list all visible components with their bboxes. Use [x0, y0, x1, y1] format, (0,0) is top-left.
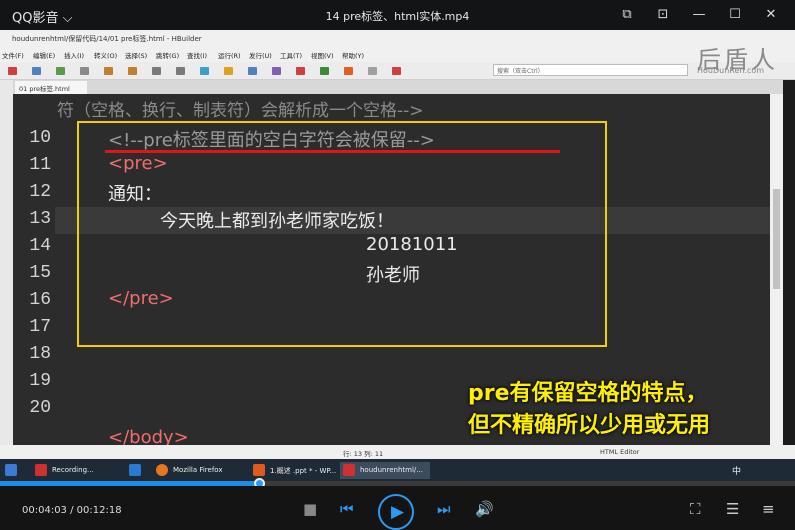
- play-button[interactable]: ▶: [378, 494, 414, 530]
- line-number: 17: [29, 317, 51, 337]
- close-button[interactable]: ✕: [760, 4, 782, 26]
- menu-find[interactable]: 查找(I): [187, 50, 207, 60]
- hbuilder-titlebar: houdunrenhtml/保留代码/14/01 pre标签.html - HB…: [0, 30, 795, 46]
- format-icon[interactable]: [320, 67, 329, 75]
- ie-icon: [129, 464, 141, 476]
- undo-icon[interactable]: [104, 67, 113, 75]
- line-number: 12: [29, 182, 51, 202]
- project-panel-collapsed[interactable]: [0, 80, 13, 445]
- search-input[interactable]: 搜索（双击Ctrl）: [493, 64, 688, 76]
- firefox-icon: [156, 464, 168, 476]
- editor-scrollbar[interactable]: [770, 94, 783, 445]
- new-icon[interactable]: [8, 67, 17, 75]
- hbuilder-menubar: 文件(F) 编辑(E) 插入(I) 转义(O) 选择(S) 跳转(G) 查找(I…: [0, 46, 795, 62]
- taskbar-item-ie[interactable]: [126, 462, 148, 479]
- windows-taskbar: Recording... Mozilla Firefox 1.概述 .ppt *…: [0, 459, 795, 481]
- editor-tabbar: 01 pre标签.html: [13, 80, 783, 94]
- copy-icon[interactable]: [176, 67, 185, 75]
- line-number: 11: [29, 155, 51, 175]
- hbuilder-statusbar: 行: 13 列: 11 HTML Editor: [0, 445, 795, 459]
- line-number: 14: [29, 236, 51, 256]
- menu-publish[interactable]: 发行(U): [249, 50, 272, 60]
- save-icon[interactable]: [56, 67, 65, 75]
- hbuilder-icon: [343, 464, 355, 476]
- line-number: 15: [29, 263, 51, 283]
- stop-icon[interactable]: [296, 67, 305, 75]
- fullscreen-icon[interactable]: ⛶: [690, 500, 701, 518]
- sync-icon[interactable]: [344, 67, 353, 75]
- stop-button[interactable]: ■: [303, 500, 317, 518]
- tab-01-pre[interactable]: 01 pre标签.html: [15, 81, 87, 94]
- wps-icon: [253, 464, 265, 476]
- taskbar-item-wps[interactable]: 1.概述 .ppt * - WP...: [250, 462, 338, 479]
- line-number: 10: [29, 128, 51, 148]
- settings-sliders-icon[interactable]: ☰: [726, 500, 739, 518]
- menu-run[interactable]: 运行(R): [218, 50, 241, 60]
- ime-indicator[interactable]: 中: [732, 464, 741, 477]
- menu-file[interactable]: 文件(F): [2, 50, 24, 60]
- taskbar-item-firefox[interactable]: Mozilla Firefox: [153, 462, 245, 479]
- taskbar-item-hbuilder[interactable]: houdunrenhtml/...: [340, 462, 430, 479]
- volume-icon[interactable]: 🔊: [475, 500, 494, 518]
- code-body-close-tag: </body>: [108, 427, 189, 445]
- editor-mode: HTML Editor: [600, 448, 640, 456]
- annotation-underline: [105, 150, 560, 153]
- taskbar-item-recording[interactable]: Recording...: [32, 462, 120, 479]
- houdunren-watermark-url: HouDunRen.com: [697, 66, 765, 75]
- recorder-icon: [35, 464, 47, 476]
- video-caption: pre有保留空格的特点， 但不精确所以少用或无用: [468, 378, 758, 446]
- preview-icon[interactable]: [392, 67, 401, 75]
- menu-select[interactable]: 选择(S): [125, 50, 147, 60]
- playlist-icon[interactable]: ≡: [762, 500, 775, 518]
- cursor-position: 行: 13 列: 11: [343, 450, 384, 458]
- start-icon[interactable]: [2, 462, 24, 479]
- run-icon[interactable]: [224, 67, 233, 75]
- line-number: 13: [29, 209, 51, 229]
- annotation-highlight-box: [77, 121, 607, 347]
- next-button[interactable]: ⏭: [437, 500, 451, 518]
- screenshot-icon[interactable]: ⧉: [616, 4, 638, 26]
- menu-escape[interactable]: 转义(O): [94, 50, 117, 60]
- cut-icon[interactable]: [152, 67, 161, 75]
- scrollbar-thumb[interactable]: [773, 189, 780, 289]
- player-titlebar: QQ影音 ⌵ 14 pre标签、html实体.mp4 ⧉ ⊡ — ☐ ✕: [0, 0, 795, 30]
- minimize-button[interactable]: —: [688, 4, 710, 26]
- menu-edit[interactable]: 编辑(E): [33, 50, 55, 60]
- code-line-fragment: 符（空格、换行、制表符）会解析成一个空格-->: [57, 101, 424, 121]
- redo-icon[interactable]: [128, 67, 137, 75]
- open-icon[interactable]: [32, 67, 41, 75]
- caption-line-1: pre有保留空格的特点，: [468, 381, 708, 406]
- menu-help[interactable]: 帮助(Y): [342, 50, 364, 60]
- browser-icon[interactable]: [200, 67, 209, 75]
- settings-icon[interactable]: [368, 67, 377, 75]
- menu-tools[interactable]: 工具(T): [280, 50, 302, 60]
- line-number: 16: [29, 290, 51, 310]
- menu-jump[interactable]: 跳转(G): [156, 50, 179, 60]
- previous-button[interactable]: ⏮: [340, 500, 354, 518]
- player-controls: 00:04:03 / 00:12:18 ■ ⏮ ▶ ⏭ 🔊 ⛶ ☰ ≡: [0, 486, 795, 530]
- line-number: 18: [29, 344, 51, 364]
- line-number: 20: [29, 398, 51, 418]
- phone-icon[interactable]: [248, 67, 257, 75]
- play-icon: ▶: [391, 502, 405, 522]
- debug-icon[interactable]: [272, 67, 281, 75]
- line-number: 19: [29, 371, 51, 391]
- video-file-title: 14 pre标签、html实体.mp4: [325, 10, 470, 23]
- pin-icon[interactable]: ⊡: [652, 4, 674, 26]
- save-all-icon[interactable]: [80, 67, 89, 75]
- maximize-button[interactable]: ☐: [724, 4, 746, 26]
- menu-view[interactable]: 视图(V): [311, 50, 334, 60]
- time-display: 00:04:03 / 00:12:18: [22, 505, 122, 516]
- caption-line-2: 但不精确所以少用或无用: [468, 413, 711, 438]
- menu-insert[interactable]: 插入(I): [64, 50, 84, 60]
